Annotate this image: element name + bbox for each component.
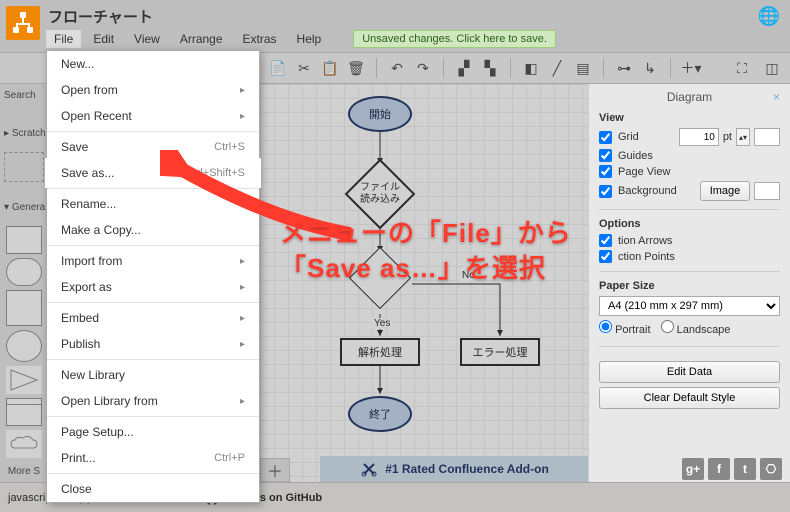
line-icon[interactable]: ╱ [545,56,569,80]
shape-triangle[interactable] [6,366,42,394]
node-proc-b[interactable]: エラー処理 [460,338,540,366]
menu-save[interactable]: SaveCtrl+S [47,134,259,160]
fullscreen-icon[interactable]: ⛶ [730,56,754,80]
twitter-icon[interactable]: t [734,458,756,480]
add-icon[interactable]: ＋▾ [679,56,703,80]
menubar: File Edit View Arrange Extras Help Unsav… [46,28,790,50]
menu-help[interactable]: Help [289,30,330,48]
canvas[interactable]: 開始 ファイル 読み込み Yes No 解析処理 エラー処理 終了 [260,84,590,482]
background-checkbox[interactable] [599,185,612,198]
shape-cloud[interactable] [6,430,42,458]
landscape-radio[interactable]: Landscape [661,320,731,336]
shape-palette: More S [0,218,48,482]
paper-size-select[interactable]: A4 (210 mm x 297 mm) [599,296,780,316]
search-label: Search [4,90,36,101]
menu-export-as[interactable]: Export as [47,274,259,300]
menu-rename[interactable]: Rename... [47,191,259,217]
grid-stepper[interactable]: ▴▾ [736,128,750,146]
delete-icon[interactable]: 🗑 [344,56,368,80]
back-icon[interactable]: ▚ [478,56,502,80]
grid-checkbox[interactable] [599,131,612,144]
pageview-checkbox[interactable] [599,165,612,178]
background-swatch[interactable] [754,182,780,200]
section-view: View [599,112,780,124]
document-title: フローチャート [48,6,153,27]
edit-data-button[interactable]: Edit Data [599,361,780,383]
menu-extras[interactable]: Extras [235,30,285,48]
more-shapes[interactable]: More S [2,466,46,477]
node-end[interactable]: 終了 [348,396,412,432]
menu-embed[interactable]: Embed [47,305,259,331]
guides-checkbox[interactable] [599,149,612,162]
undo-icon[interactable]: ↶ [385,56,409,80]
unsaved-hint[interactable]: Unsaved changes. Click here to save. [353,30,556,48]
node-proc-a[interactable]: 解析処理 [340,338,420,366]
shape-ellipse[interactable] [6,330,42,362]
shape-square[interactable] [6,290,42,326]
section-options: Options [599,218,780,230]
label-no: No [460,270,477,281]
menu-arrange[interactable]: Arrange [172,30,231,48]
gplus-icon[interactable]: g+ [682,458,704,480]
waypoint-icon[interactable]: ↳ [638,56,662,80]
github-icon[interactable]: ⎔ [760,458,782,480]
portrait-radio[interactable]: Portrait [599,320,651,336]
node-start[interactable]: 開始 [348,96,412,132]
menu-make-copy[interactable]: Make a Copy... [47,217,259,243]
file-menu-dropdown: New... Open from Open Recent SaveCtrl+S … [46,50,260,503]
grid-size-input[interactable] [679,128,719,146]
shape-rect[interactable] [6,226,42,254]
facebook-icon[interactable]: f [708,458,730,480]
menu-print[interactable]: Print...Ctrl+P [47,445,259,471]
globe-icon[interactable]: 🌐 [758,6,780,27]
promo-banner[interactable]: #1 Rated Confluence Add-on [320,456,590,482]
close-icon[interactable]: × [773,90,780,104]
fill-icon[interactable]: ◧ [519,56,543,80]
menu-page-setup[interactable]: Page Setup... [47,419,259,445]
app-logo [6,6,40,40]
conn-arrows-checkbox[interactable] [599,234,612,247]
front-icon[interactable]: ▞ [452,56,476,80]
menu-close[interactable]: Close [47,476,259,502]
format-panel: Diagram× View Grid pt ▴▾ Guides Page Vie… [588,84,790,482]
menu-open-recent[interactable]: Open Recent [47,103,259,129]
menu-new-library[interactable]: New Library [47,362,259,388]
grid-label: Grid [618,131,639,143]
copy-icon[interactable]: 📄 [266,56,290,80]
add-page-tab[interactable]: ＋ [260,458,290,482]
format-panel-icon[interactable]: ◫ [760,56,784,80]
section-paper: Paper Size [599,280,780,292]
social-icons: g+ f t ⎔ [682,458,782,480]
clear-style-button[interactable]: Clear Default Style [599,387,780,409]
image-button[interactable]: Image [700,181,750,201]
general-label: ▾ Genera [4,202,45,213]
cut-icon[interactable]: ✂ [292,56,316,80]
connection-icon[interactable]: ⊶ [612,56,636,80]
menu-save-as[interactable]: Save as...Ctrl+Shift+S [47,160,259,186]
redo-icon[interactable]: ↷ [411,56,435,80]
menu-open-from[interactable]: Open from [47,77,259,103]
menu-file[interactable]: File [46,30,81,48]
scissors-icon [361,461,377,477]
panel-title: Diagram× [599,90,780,104]
grid-color-swatch[interactable] [754,128,780,146]
menu-view[interactable]: View [126,30,168,48]
menu-open-library[interactable]: Open Library from [47,388,259,414]
shape-container[interactable] [6,398,42,426]
menu-edit[interactable]: Edit [85,30,122,48]
scratchpad-area[interactable] [4,152,44,182]
menu-new[interactable]: New... [47,51,259,77]
scratchpad-label: ▸ Scratch [4,128,46,139]
shadow-icon[interactable]: ▤ [571,56,595,80]
label-yes: Yes [372,318,392,329]
menu-import-from[interactable]: Import from [47,248,259,274]
paste-icon[interactable]: 📋 [318,56,342,80]
menu-publish[interactable]: Publish [47,331,259,357]
shape-rounded[interactable] [6,258,42,286]
conn-points-checkbox[interactable] [599,250,612,263]
